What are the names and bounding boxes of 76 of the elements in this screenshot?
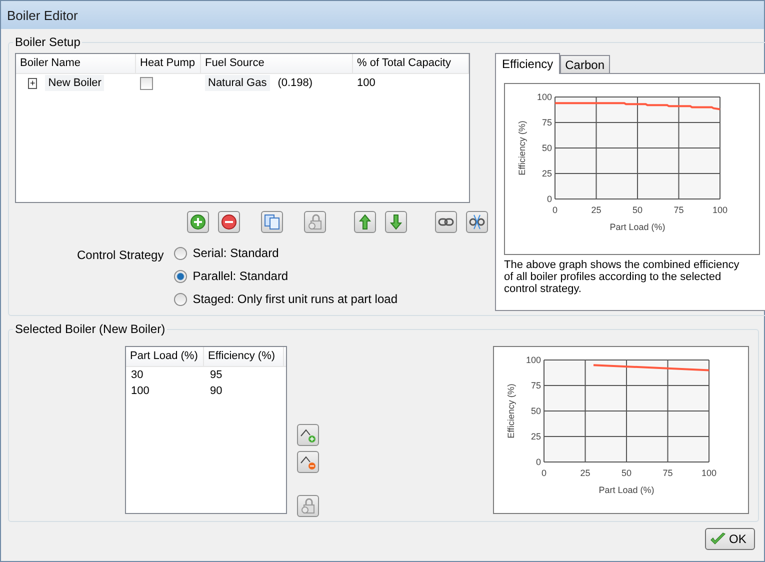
tick-label: 100 [526,355,541,365]
tick-label: 50 [632,205,642,215]
tick-label: 50 [530,406,541,416]
column-header[interactable]: Efficiency (%) [204,347,284,366]
x-axis-label: Part Load (%) [610,222,666,232]
table-cell: (0.198) [278,77,313,89]
lock-button[interactable] [297,495,319,517]
tick-label: 75 [530,380,541,390]
lock-button[interactable] [304,211,326,233]
tick-label: 25 [580,468,590,478]
tick-label: 100 [536,92,552,102]
strategy-radio[interactable]: Staged: Only first unit runs at part load [174,292,398,306]
expand-toggle[interactable]: + [28,78,38,88]
copy-icon [264,214,280,230]
column-header[interactable]: Boiler Name [16,54,136,73]
y-axis-label: Efficiency (%) [506,384,516,438]
tick-label: 50 [542,143,552,153]
control-strategy-label: Control Strategy [77,247,164,264]
tick-label: 75 [542,118,552,128]
tick-label: 0 [536,457,541,467]
radio-indicator[interactable] [174,292,187,306]
column-header[interactable]: Fuel Source [201,54,353,73]
group-title: Boiler Setup [14,35,82,49]
unlink-icon [469,214,485,230]
group-title: Selected Boiler (New Boiler) [14,322,166,336]
move-down-button[interactable] [385,211,407,233]
tick-label: 25 [591,205,602,215]
remove-point-icon [300,454,316,470]
add-icon [190,214,206,230]
tick-label: 0 [552,205,558,215]
remove-icon [221,214,237,230]
table-cell: New Boiler [45,75,104,91]
column-header[interactable]: Heat Pump [136,54,201,73]
tick-label: 0 [546,194,552,204]
move-up-button[interactable] [354,211,376,233]
lock-icon [307,214,323,230]
add-button[interactable] [187,211,209,233]
down-arrow-icon [388,214,404,230]
column-header[interactable]: % of Total Capacity [353,54,469,73]
up-arrow-icon [357,214,373,230]
remove-point-button[interactable] [297,451,319,473]
strategy-radio[interactable]: Serial: Standard [174,246,398,260]
heat-pump-checkbox[interactable] [140,76,153,90]
table-cell: 100 [131,385,150,397]
y-axis-label: Efficiency (%) [517,120,527,176]
tab[interactable]: Efficiency [495,53,560,74]
copy-button[interactable] [261,211,283,233]
column-header[interactable]: Part Load (%) [126,347,204,366]
table-cell: Natural Gas [205,75,270,91]
tick-label: 25 [542,168,552,178]
window-title: Boiler Editor [7,8,78,22]
graph-description: The above graph shows the combined efficiency of all boiler profiles according to the selected control strategy. [504,259,740,295]
table-cell: 90 [210,385,222,397]
ok-button[interactable]: OK [705,528,755,550]
table-cell: 30 [131,369,144,381]
tick-label: 75 [674,205,684,215]
tick-label: 75 [662,468,673,478]
tick-label: 100 [701,468,717,478]
remove-button[interactable] [218,211,240,233]
tick-label: 100 [712,205,728,215]
tick-label: 50 [622,468,632,478]
tick-label: 0 [542,468,546,478]
table-cell: 100 [357,77,376,89]
x-axis-label: Part Load (%) [598,485,654,495]
tab[interactable]: Carbon [560,55,610,74]
table-cell: 95 [210,369,222,381]
add-point-button[interactable] [297,424,319,446]
radio-indicator[interactable] [174,270,187,282]
radio-indicator[interactable] [174,246,187,260]
strategy-radio[interactable]: Parallel: Standard [174,269,398,283]
tick-label: 25 [530,432,541,442]
checkmark-icon [710,531,726,547]
lock-icon [300,498,316,514]
unlink-button[interactable] [466,211,488,233]
link-button[interactable] [435,211,457,233]
add-point-icon [300,427,316,443]
